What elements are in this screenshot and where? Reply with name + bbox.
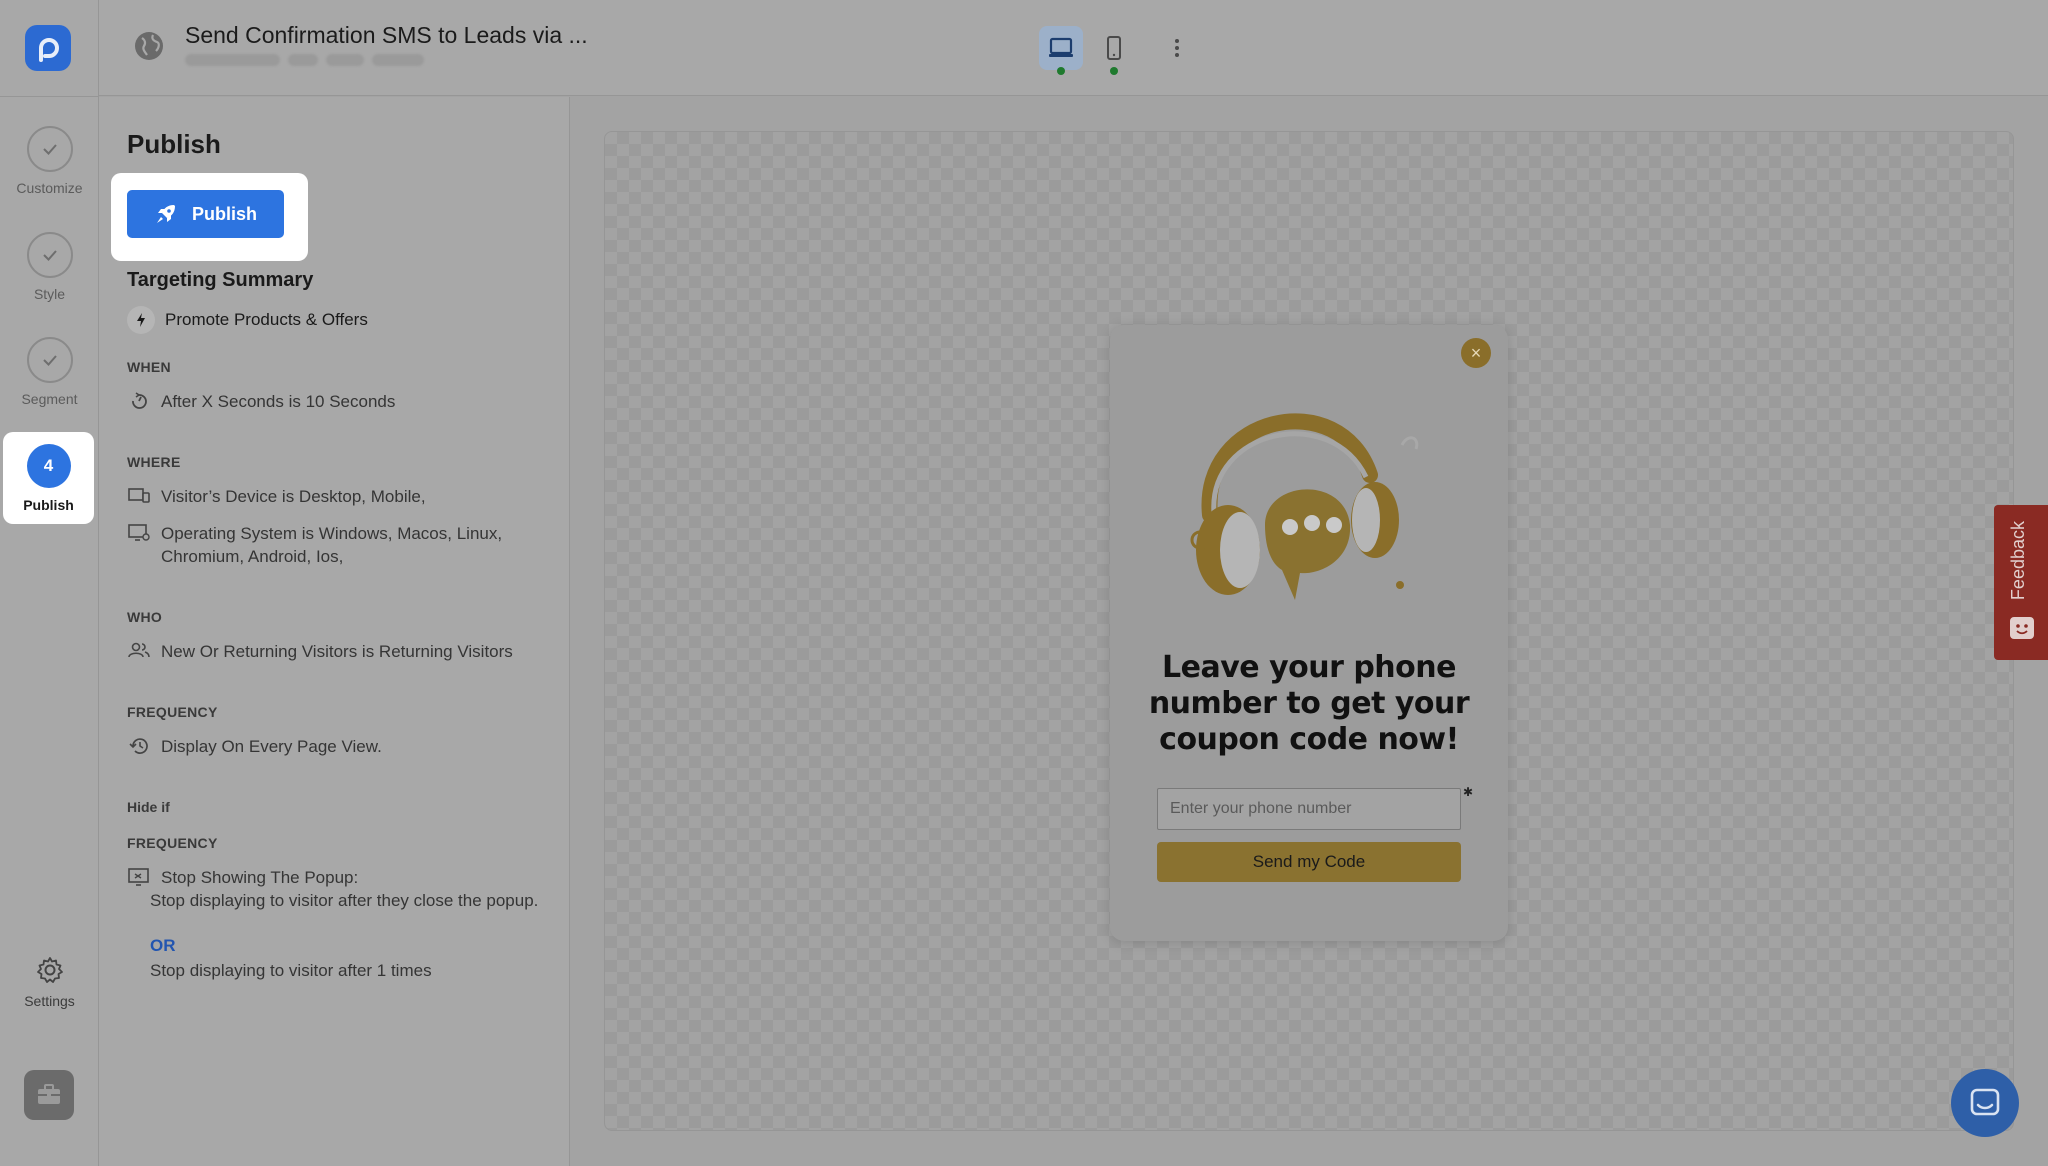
hide-if-label: Hide if xyxy=(127,799,170,815)
hide-rule-line1: Stop displaying to visitor after they cl… xyxy=(150,891,539,910)
desktop-view-button[interactable] xyxy=(1039,26,1083,70)
status-dot xyxy=(1057,67,1065,75)
headphones-illustration xyxy=(1170,375,1450,630)
briefcase-button[interactable] xyxy=(24,1070,74,1120)
frequency-label: FREQUENCY xyxy=(127,704,218,720)
goal-row: Promote Products & Offers xyxy=(127,306,368,334)
feedback-label: Feedback xyxy=(2008,521,2028,601)
hide-rule-line2: Stop displaying to visitor after 1 times xyxy=(150,961,432,980)
when-label: WHEN xyxy=(127,359,171,375)
where-label: WHERE xyxy=(127,454,181,470)
page-subtitle-redacted xyxy=(185,54,424,66)
gear-icon xyxy=(36,957,63,983)
or-separator: OR xyxy=(150,936,176,955)
where-rule-os: Operating System is Windows, Macos, Linu… xyxy=(127,522,547,568)
rocket-icon xyxy=(156,205,175,223)
publish-button-label: Publish xyxy=(191,203,257,224)
where-rule-text: Visitor’s Device is Desktop, Mobile, xyxy=(161,487,426,506)
where-rule-device: Visitor’s Device is Desktop, Mobile, xyxy=(127,485,426,508)
step-publish[interactable]: 4 Publish xyxy=(3,432,94,524)
feedback-tab[interactable]: Feedback xyxy=(1994,505,2048,660)
when-rule-text: After X Seconds is 10 Seconds xyxy=(161,392,396,411)
globe-icon[interactable] xyxy=(133,30,165,67)
users-icon xyxy=(127,640,151,663)
hide-rule-title: Stop Showing The Popup: xyxy=(161,868,359,887)
settings-label: Settings xyxy=(24,993,75,1009)
chat-launcher[interactable] xyxy=(1951,1069,2019,1137)
more-options-button[interactable] xyxy=(1165,30,1189,66)
required-marker: ✱ xyxy=(1463,785,1474,799)
step-style[interactable]: Style xyxy=(0,232,99,302)
chat-icon xyxy=(1970,1088,2000,1116)
who-rule-text: New Or Returning Visitors is Returning V… xyxy=(161,642,513,661)
check-icon xyxy=(26,126,73,172)
feedback-face-icon xyxy=(2010,617,2034,639)
devices-icon xyxy=(127,485,151,508)
step-number: 4 xyxy=(26,443,71,488)
timer-icon xyxy=(127,390,151,413)
mobile-view-button[interactable] xyxy=(1092,26,1136,70)
frequency-rule-text: Display On Every Page View. xyxy=(161,737,382,756)
top-bar: Send Confirmation SMS to Leads via ... xyxy=(99,0,2048,96)
phone-number-input[interactable] xyxy=(1157,788,1461,830)
rail-divider xyxy=(0,96,99,97)
bolt-icon xyxy=(127,306,155,334)
targeting-summary-title: Targeting Summary xyxy=(127,269,314,291)
panel-title: Publish xyxy=(127,129,221,159)
step-customize[interactable]: Customize xyxy=(0,126,99,196)
step-label: Customize xyxy=(16,180,83,196)
publish-highlight: Publish xyxy=(111,173,308,261)
hide-frequency-label: FREQUENCY xyxy=(127,835,218,851)
settings-button[interactable]: Settings xyxy=(0,955,99,1009)
desktop-icon xyxy=(1049,37,1073,57)
left-rail: Customize Style Segment 4 Publish Settin… xyxy=(0,0,99,1166)
status-dot xyxy=(1110,67,1118,75)
history-icon xyxy=(127,735,151,758)
goal-label: Promote Products & Offers xyxy=(165,310,368,329)
mobile-icon xyxy=(1107,36,1121,60)
briefcase-icon xyxy=(38,1084,60,1104)
when-rule: After X Seconds is 10 Seconds xyxy=(127,390,395,413)
popup-heading: Leave your phone number to get your coup… xyxy=(1148,650,1470,757)
where-rule-text: Operating System is Windows, Macos, Linu… xyxy=(161,524,503,566)
who-label: WHO xyxy=(127,609,163,625)
frequency-rule: Display On Every Page View. xyxy=(127,735,382,758)
os-monitor-icon xyxy=(127,522,151,568)
app-logo[interactable] xyxy=(25,25,71,71)
who-rule: New Or Returning Visitors is Returning V… xyxy=(127,640,513,663)
publish-button[interactable]: Publish xyxy=(127,190,284,238)
step-label: Segment xyxy=(21,391,78,407)
close-icon[interactable]: × xyxy=(1461,338,1491,368)
popup-preview[interactable]: × Leave your phone number to get your co… xyxy=(1110,325,1508,941)
step-label: Publish xyxy=(23,496,74,513)
check-icon xyxy=(26,337,73,383)
page-title: Send Confirmation SMS to Leads via ... xyxy=(185,22,588,48)
check-icon xyxy=(26,232,73,278)
publish-panel: Publish Publish Targeting Summary Promot… xyxy=(99,97,570,1166)
step-label: Style xyxy=(33,286,66,302)
popup-off-icon xyxy=(127,866,151,889)
send-code-button[interactable]: Send my Code xyxy=(1157,842,1461,882)
step-segment[interactable]: Segment xyxy=(0,337,99,407)
more-vertical-icon xyxy=(1175,39,1179,57)
hide-rule: Stop Showing The Popup: xyxy=(127,866,358,889)
